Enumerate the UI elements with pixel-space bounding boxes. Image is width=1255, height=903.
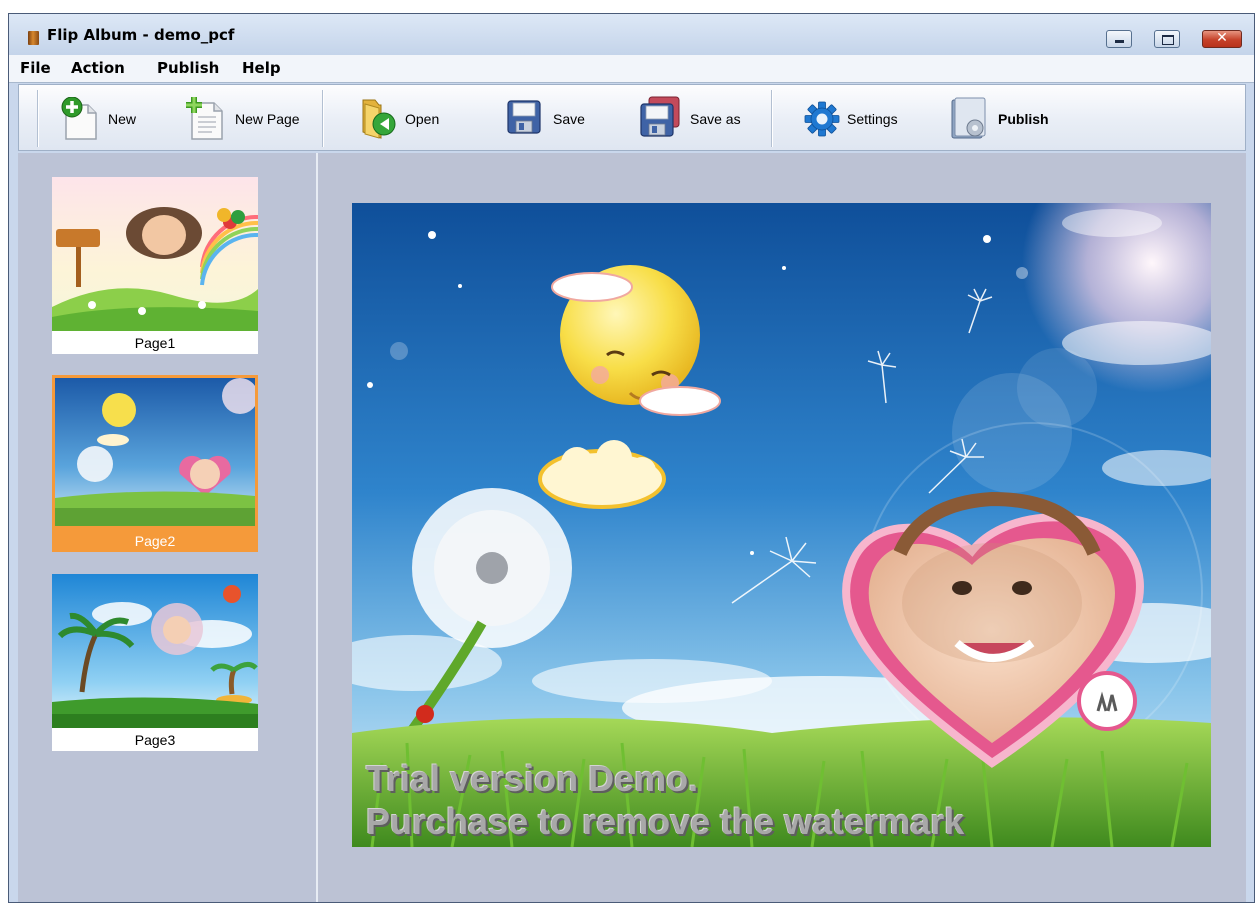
- new-button[interactable]: New: [49, 85, 159, 152]
- menu-publish[interactable]: Publish: [157, 59, 219, 77]
- page-caption: Page3: [134, 732, 176, 748]
- minimize-button[interactable]: [1106, 30, 1132, 48]
- page-thumbnail-2[interactable]: Page2: [52, 375, 258, 552]
- toolbar-separator: [37, 90, 38, 147]
- new-document-icon: [61, 97, 97, 140]
- menu-action[interactable]: Action: [71, 59, 125, 77]
- watermark-line-2: Purchase to remove the watermark: [366, 801, 965, 842]
- settings-gear-icon: [804, 101, 840, 137]
- watermark-line-1: Trial version Demo.: [366, 758, 699, 799]
- page-caption: Page1: [134, 335, 176, 351]
- maximize-icon: [1162, 35, 1174, 45]
- menu-file[interactable]: File: [20, 59, 51, 77]
- menu-help[interactable]: Help: [242, 59, 281, 77]
- title-bar[interactable]: Flip Album - demo_pcf ✕: [9, 14, 1254, 55]
- close-icon: ✕: [1216, 30, 1228, 46]
- close-button[interactable]: ✕: [1202, 30, 1242, 48]
- save-label: Save: [553, 111, 585, 127]
- maximize-button[interactable]: [1154, 30, 1180, 48]
- new-page-button[interactable]: New Page: [174, 85, 314, 152]
- publish-icon: [951, 97, 986, 139]
- open-label: Open: [405, 111, 440, 127]
- settings-button[interactable]: Settings: [789, 85, 919, 152]
- publish-label: Publish: [998, 111, 1049, 127]
- publish-button[interactable]: Publish: [939, 85, 1069, 152]
- window-title: Flip Album - demo_pcf: [47, 26, 235, 44]
- save-as-button[interactable]: Save as: [629, 85, 764, 152]
- app-window: Flip Album - demo_pcf ✕ File Action Publ…: [8, 13, 1255, 903]
- new-page-icon: [186, 97, 223, 140]
- save-as-disk-icon: [640, 96, 680, 137]
- page-preview[interactable]: Trial version Demo. Purchase to remove t…: [352, 203, 1211, 847]
- open-button[interactable]: Open: [349, 85, 449, 152]
- save-disk-icon: [507, 100, 541, 134]
- page-preview-area: Trial version Demo. Purchase to remove t…: [318, 153, 1246, 902]
- save-button[interactable]: Save: [494, 85, 604, 152]
- page-thumbnail-panel: Page1 Page2 Page3: [18, 153, 318, 902]
- page-thumbnail-1[interactable]: Page1: [52, 177, 258, 354]
- menu-bar: File Action Publish Help: [9, 55, 1254, 83]
- new-label: New: [108, 111, 137, 127]
- page2-thumbnail-image: [55, 378, 255, 526]
- save-as-label: Save as: [690, 111, 741, 127]
- toolbar-separator: [771, 90, 772, 147]
- page-caption: Page2: [134, 533, 176, 549]
- page1-thumbnail-image: [52, 177, 258, 331]
- open-folder-icon: [362, 99, 396, 139]
- toolbar-separator: [322, 90, 323, 147]
- minimize-icon: [1115, 40, 1124, 43]
- toolbar: New New Page Open Save Save as Settings …: [18, 84, 1246, 151]
- page3-thumbnail-image: [52, 574, 258, 728]
- new-page-label: New Page: [235, 111, 300, 127]
- app-book-icon: [28, 31, 39, 45]
- settings-label: Settings: [847, 111, 898, 127]
- page-thumbnail-3[interactable]: Page3: [52, 574, 258, 751]
- page-background-image: [352, 203, 1211, 847]
